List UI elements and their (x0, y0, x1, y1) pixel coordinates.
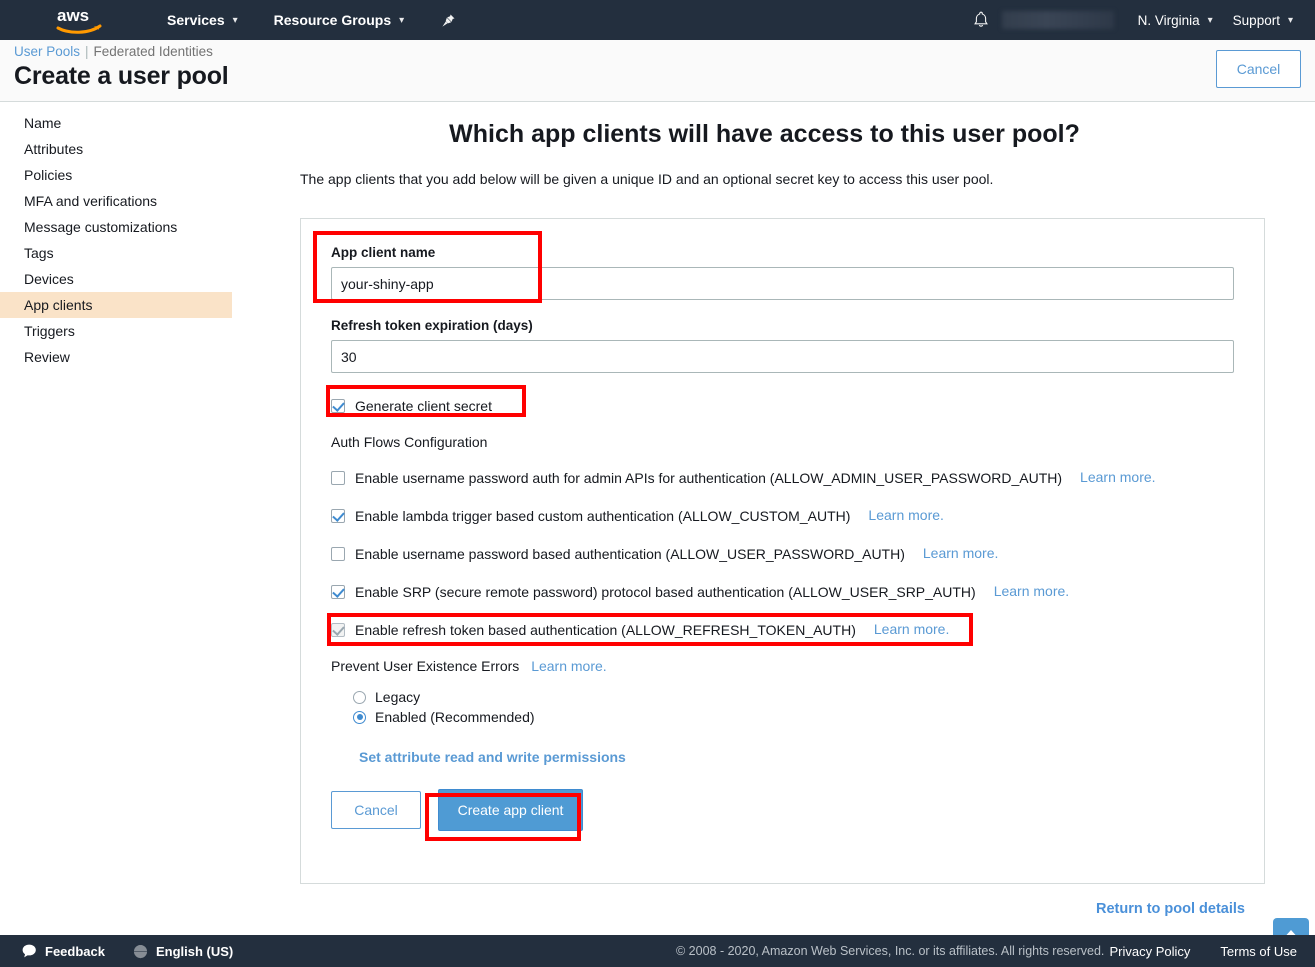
auth-flow-label-admin-user-password: Enable username password auth for admin … (355, 469, 1062, 487)
feedback-label: Feedback (45, 944, 105, 959)
radio-legacy-label: Legacy (375, 689, 420, 705)
notifications-bell-icon[interactable] (964, 11, 998, 29)
auth-flow-label-custom-auth: Enable lambda trigger based custom authe… (355, 507, 850, 525)
set-attribute-permissions-link[interactable]: Set attribute read and write permissions (359, 749, 626, 765)
auth-flow-label-refresh-token: Enable refresh token based authenticatio… (355, 621, 856, 639)
auth-flows-configuration-title: Auth Flows Configuration (331, 434, 1234, 450)
nav-region-menu[interactable]: N. Virginia ▾ (1128, 0, 1223, 40)
nav-right-group: N. Virginia ▾ Support ▾ (964, 0, 1315, 40)
sidebar-item-tags[interactable]: Tags (0, 240, 232, 266)
generate-client-secret-row[interactable]: Generate client secret (331, 397, 1234, 415)
nav-support-menu[interactable]: Support ▾ (1223, 0, 1303, 40)
auth-flow-checkbox-admin-user-password[interactable] (331, 471, 345, 485)
refresh-token-expiration-label: Refresh token expiration (days) (331, 318, 1234, 333)
auth-flow-row-user-password[interactable]: Enable username password based authentic… (331, 545, 1234, 563)
sidebar-item-attributes[interactable]: Attributes (0, 136, 232, 162)
radio-enabled[interactable] (353, 711, 366, 724)
auth-flow-row-custom-auth[interactable]: Enable lambda trigger based custom authe… (331, 507, 1234, 525)
generate-client-secret-label: Generate client secret (355, 397, 492, 415)
radio-enabled-label: Enabled (Recommended) (375, 709, 535, 725)
main-content: Which app clients will have access to th… (232, 110, 1315, 884)
breadcrumb-separator: | (85, 44, 89, 59)
main-subtitle: The app clients that you add below will … (232, 171, 1315, 187)
sidebar-item-mfa-and-verifications[interactable]: MFA and verifications (0, 188, 232, 214)
return-to-pool-details-link[interactable]: Return to pool details (1096, 901, 1245, 917)
auth-flow-row-admin-user-password[interactable]: Enable username password auth for admin … (331, 469, 1234, 487)
learn-more-link-prevent-errors[interactable]: Learn more. (531, 658, 606, 674)
sidebar-item-policies[interactable]: Policies (0, 162, 232, 188)
form-action-buttons: Cancel Create app client (331, 789, 1234, 831)
learn-more-link-user-srp[interactable]: Learn more. (994, 583, 1069, 599)
breadcrumb-user-pools[interactable]: User Pools (14, 44, 80, 59)
app-client-form-card: App client name Refresh token expiration… (300, 218, 1265, 884)
auth-flow-row-refresh-token: Enable refresh token based authenticatio… (331, 621, 1234, 639)
svg-text:aws: aws (57, 6, 89, 25)
nav-resource-groups-menu[interactable]: Resource Groups ▾ (264, 0, 415, 40)
sidebar-item-app-clients[interactable]: App clients (0, 292, 232, 318)
language-selector[interactable]: English (US) (133, 944, 233, 959)
prevent-user-existence-errors-row: Prevent User Existence Errors Learn more… (331, 658, 1234, 674)
app-client-name-label: App client name (331, 245, 1234, 260)
pin-icon[interactable] (436, 0, 460, 40)
refresh-token-expiration-input[interactable] (331, 340, 1234, 373)
learn-more-link-admin-user-password[interactable]: Learn more. (1080, 469, 1155, 485)
sidebar-item-name[interactable]: Name (0, 110, 232, 136)
chevron-down-icon: ▾ (1288, 15, 1293, 26)
globe-icon (133, 944, 148, 959)
breadcrumb: User Pools | Federated Identities (14, 44, 213, 59)
radio-legacy[interactable] (353, 691, 366, 704)
breadcrumb-federated-identities[interactable]: Federated Identities (94, 44, 213, 59)
copyright-text: © 2008 - 2020, Amazon Web Services, Inc.… (676, 944, 1104, 958)
learn-more-link-user-password[interactable]: Learn more. (923, 545, 998, 561)
language-label: English (US) (156, 944, 233, 959)
page-footer: Feedback English (US) © 2008 - 2020, Ama… (0, 935, 1315, 967)
sidebar-item-message-customizations[interactable]: Message customizations (0, 214, 232, 240)
page-header: User Pools | Federated Identities Create a… (0, 40, 1315, 102)
auth-flow-checkbox-custom-auth[interactable] (331, 509, 345, 523)
nav-resource-groups-label: Resource Groups (274, 12, 391, 28)
footer-left-group: Feedback English (US) (22, 944, 261, 959)
auth-flow-checkbox-user-password[interactable] (331, 547, 345, 561)
nav-services-menu[interactable]: Services ▾ (157, 0, 248, 40)
chevron-down-icon: ▾ (1208, 15, 1213, 26)
sidebar-item-review[interactable]: Review (0, 344, 232, 370)
footer-right-links: Privacy Policy Terms of Use (1110, 944, 1298, 959)
feedback-button[interactable]: Feedback (22, 944, 105, 959)
privacy-policy-link[interactable]: Privacy Policy (1110, 944, 1191, 959)
chevron-down-icon: ▾ (233, 15, 238, 26)
speech-bubble-icon (22, 944, 37, 958)
nav-region-label: N. Virginia (1138, 13, 1200, 28)
aws-logo-icon[interactable]: aws (55, 5, 107, 35)
main-heading: Which app clients will have access to th… (232, 120, 1315, 149)
top-navigation-bar: aws Services ▾ Resource Groups ▾ (0, 0, 1315, 40)
terms-of-use-link[interactable]: Terms of Use (1220, 944, 1297, 959)
auth-flow-label-user-password: Enable username password based authentic… (355, 545, 905, 563)
generate-client-secret-checkbox[interactable] (331, 399, 345, 413)
nav-support-label: Support (1233, 13, 1280, 28)
sidebar-item-devices[interactable]: Devices (0, 266, 232, 292)
app-client-name-input[interactable] (331, 267, 1234, 300)
prevent-user-existence-errors-label: Prevent User Existence Errors (331, 658, 519, 674)
auth-flow-checkbox-user-srp[interactable] (331, 585, 345, 599)
auth-flow-row-user-srp[interactable]: Enable SRP (secure remote password) prot… (331, 583, 1234, 601)
chevron-down-icon: ▾ (399, 15, 404, 26)
auth-flow-label-user-srp: Enable SRP (secure remote password) prot… (355, 583, 976, 601)
learn-more-link-custom-auth[interactable]: Learn more. (868, 507, 943, 523)
radio-row-legacy[interactable]: Legacy (331, 689, 1234, 705)
learn-more-link-refresh-token[interactable]: Learn more. (874, 621, 949, 637)
radio-row-enabled[interactable]: Enabled (Recommended) (331, 709, 1234, 725)
nav-services-label: Services (167, 12, 225, 28)
wizard-sidebar: Name Attributes Policies MFA and verific… (0, 110, 232, 370)
cancel-button-form[interactable]: Cancel (331, 791, 421, 829)
create-app-client-button[interactable]: Create app client (438, 789, 583, 831)
page-title: Create a user pool (14, 62, 229, 91)
auth-flow-checkbox-refresh-token (331, 623, 345, 637)
cancel-button-header[interactable]: Cancel (1216, 50, 1301, 88)
account-name-redacted[interactable] (1002, 11, 1114, 29)
sidebar-item-triggers[interactable]: Triggers (0, 318, 232, 344)
aws-console-page: aws Services ▾ Resource Groups ▾ (0, 0, 1315, 967)
